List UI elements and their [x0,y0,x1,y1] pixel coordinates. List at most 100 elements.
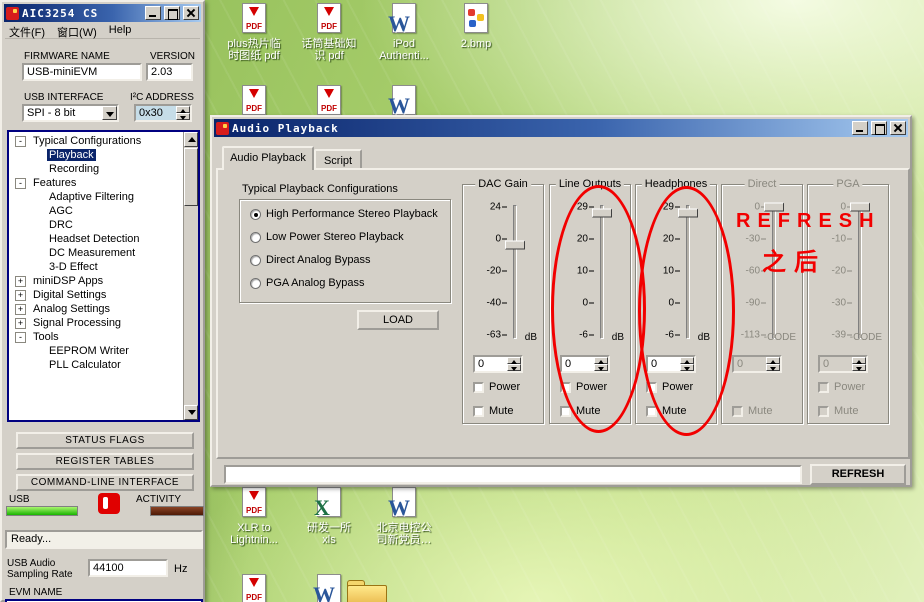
line-outputs-slider[interactable]: 29 20 10 0 -6 dB [556,201,626,347]
spin-down-icon[interactable] [507,364,521,371]
spin-down-icon[interactable] [176,113,190,120]
headphones-spinner[interactable]: 0 [646,355,696,373]
tree-item-analog-settings[interactable]: + Analog Settings [11,302,182,316]
desktop-icon-pdf-2[interactable]: PDF 话筒基础知 识 pdf [297,3,361,62]
tree-expand-icon[interactable]: + [15,303,26,315]
tree-item-agc[interactable]: AGC [11,204,182,218]
tree-item-signal-processing[interactable]: + Signal Processing [11,316,182,330]
radio-icon[interactable] [250,277,261,289]
sampling-rate-field[interactable]: 44100 [88,559,168,577]
tree-item-headset-detection[interactable]: Headset Detection [11,232,182,246]
usb-interface-select[interactable]: SPI - 8 bit [22,104,119,122]
spin-up-icon[interactable] [507,357,521,364]
radio-pga-analog-bypass[interactable]: PGA Analog Bypass [250,277,364,289]
direct-spinner: 0 [732,355,782,373]
tree-item-dc-measurement[interactable]: DC Measurement [11,246,182,260]
tree-item-drc[interactable]: DRC [11,218,182,232]
firmware-name-field[interactable]: USB-miniEVM [22,63,142,81]
minimize-button[interactable] [145,6,161,20]
radio-high-performance[interactable]: High Performance Stereo Playback [250,208,438,220]
desktop-icon-pdf-5[interactable]: PDF [222,574,286,602]
tree-collapse-icon[interactable]: - [15,135,26,147]
desktop-icon-bmp[interactable]: 2.bmp [444,3,508,50]
scroll-down-icon[interactable] [184,405,198,420]
radio-direct-analog-bypass[interactable]: Direct Analog Bypass [250,254,371,266]
tree-item-tools[interactable]: - Tools [11,330,182,344]
status-flags-button[interactable]: STATUS FLAGS [16,432,194,449]
radio-icon[interactable] [250,254,261,266]
tree-item-adaptive-filtering[interactable]: Adaptive Filtering [11,190,182,204]
menu-help[interactable]: Help [109,24,132,37]
tab-script[interactable]: Script [314,149,362,170]
tree-item-pll-calculator[interactable]: PLL Calculator [11,358,182,372]
maximize-button[interactable] [164,6,180,20]
headphones-mute-checkbox[interactable]: Mute [646,405,686,417]
load-button[interactable]: LOAD [357,310,439,330]
close-button[interactable] [890,121,906,135]
desktop-icon-word-3[interactable]: W 北京电控公 司新党员… [372,487,436,546]
main-title-bar[interactable]: AIC3254 CS [4,4,201,22]
spin-up-icon[interactable] [594,357,608,364]
tree-scrollbar[interactable] [183,132,198,420]
dac-mute-checkbox[interactable]: Mute [473,405,513,417]
slider-thumb[interactable] [592,208,612,218]
menu-window[interactable]: 窗口(W) [57,24,97,39]
line-outputs-spinner[interactable]: 0 [560,355,610,373]
line-mute-checkbox[interactable]: Mute [560,405,600,417]
tree-item-digital-settings[interactable]: + Digital Settings [11,288,182,302]
checkbox-icon[interactable] [646,405,657,417]
tree-item-typical-configurations[interactable]: - Typical Configurations [11,134,182,148]
slider-thumb[interactable] [505,240,525,250]
register-tables-button[interactable]: REGISTER TABLES [16,453,194,470]
tree-expand-icon[interactable]: + [15,317,26,329]
headphones-slider[interactable]: 29 20 10 0 -6 dB [642,201,712,347]
headphones-power-checkbox[interactable]: Power [646,381,693,393]
spin-up-icon[interactable] [680,357,694,364]
command-line-interface-button[interactable]: COMMAND-LINE INTERFACE [16,474,194,491]
dac-gain-slider[interactable]: 24 0 -20 -40 -63 dB [469,201,539,347]
playback-title-bar[interactable]: Audio Playback [214,119,908,137]
checkbox-icon[interactable] [646,381,657,393]
tree-collapse-icon[interactable]: - [15,177,26,189]
checkbox-icon[interactable] [560,405,571,417]
radio-selected-icon[interactable] [250,208,261,220]
checkbox-icon[interactable] [473,405,484,417]
desktop-icon-word-1[interactable]: W iPod Authenti... [372,3,436,62]
refresh-button[interactable]: REFRESH [810,464,906,485]
tree-expand-icon[interactable]: + [15,289,26,301]
desktop-icon-pdf-1[interactable]: PDF plus热片临 时图纸 pdf [222,3,286,62]
desktop-icon-pdf-xlr[interactable]: PDF XLR to Lightnin... [222,487,286,546]
tree-collapse-icon[interactable]: - [15,331,26,343]
minimize-button[interactable] [852,121,868,135]
dac-gain-spinner[interactable]: 0 [473,355,523,373]
radio-low-power[interactable]: Low Power Stereo Playback [250,231,404,243]
tree-item-3d-effect[interactable]: 3-D Effect [11,260,182,274]
command-input[interactable] [224,465,802,484]
scroll-up-icon[interactable] [184,132,198,147]
maximize-button[interactable] [871,121,887,135]
tree-expand-icon[interactable]: + [15,275,26,287]
tree-item-playback[interactable]: Playback [11,148,182,162]
tree-item-minidsp-apps[interactable]: + miniDSP Apps [11,274,182,288]
i2c-address-spinner[interactable]: 0x30 [134,104,192,122]
spin-down-icon[interactable] [680,364,694,371]
version-field[interactable]: 2.03 [146,63,193,81]
tree-item-features[interactable]: - Features [11,176,182,190]
scrollbar-thumb[interactable] [184,148,198,206]
radio-icon[interactable] [250,231,261,243]
desktop-icon-folder[interactable] [344,577,392,602]
tree-item-eeprom-writer[interactable]: EEPROM Writer [11,344,182,358]
checkbox-icon[interactable] [473,381,484,393]
line-power-checkbox[interactable]: Power [560,381,607,393]
tree-item-recording[interactable]: Recording [11,162,182,176]
tab-audio-playback[interactable]: Audio Playback [222,146,314,170]
slider-thumb[interactable] [678,208,698,218]
dac-power-checkbox[interactable]: Power [473,381,520,393]
menu-file[interactable]: 文件(F) [9,24,45,39]
dropdown-arrow-icon[interactable] [102,106,117,120]
spin-up-icon[interactable] [176,106,190,113]
spin-down-icon[interactable] [594,364,608,371]
checkbox-icon[interactable] [560,381,571,393]
close-button[interactable] [183,6,199,20]
desktop-icon-excel[interactable]: X 研发一所 xls [297,487,361,546]
